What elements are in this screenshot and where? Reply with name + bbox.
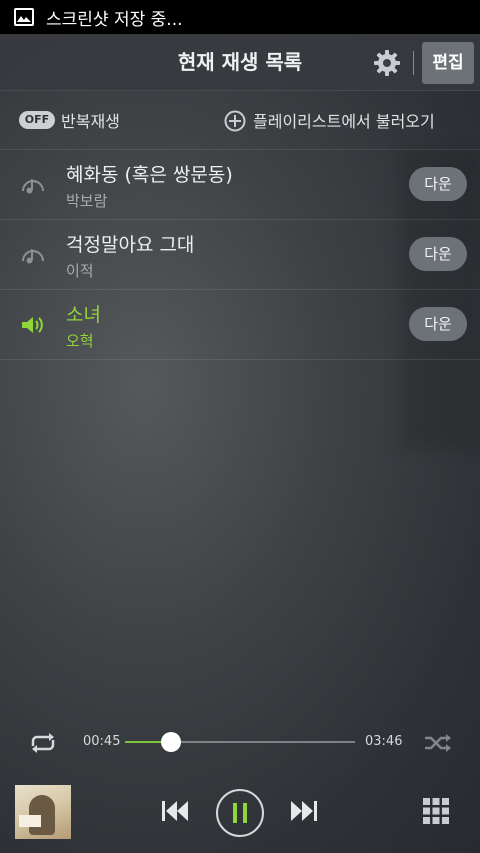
album-label <box>19 815 41 827</box>
track-artist: 오혁 <box>66 332 94 350</box>
skip-back-icon[interactable] <box>160 798 192 824</box>
grid-icon[interactable] <box>423 798 449 824</box>
track-artist: 박보람 <box>66 192 108 210</box>
gear-icon[interactable] <box>374 50 400 76</box>
track-row-playing[interactable]: 소녀 오혁 다운 <box>0 289 480 360</box>
music-note-icon <box>22 249 44 264</box>
edit-button[interactable]: 편집 <box>422 42 474 84</box>
current-time: 00:45 <box>83 734 121 749</box>
header-divider <box>413 51 414 75</box>
player-screen: 스크린샷 저장 중... 현재 재생 목록 편집 OFF 반복재생 플레이리스트… <box>0 0 480 853</box>
repeat-label[interactable]: 반복재생 <box>61 108 120 132</box>
plus-circle-icon[interactable] <box>224 110 246 132</box>
album-art[interactable] <box>15 785 71 839</box>
repeat-toggle[interactable]: OFF <box>19 111 55 129</box>
speaker-icon <box>22 317 43 333</box>
repeat-icon[interactable] <box>27 732 59 754</box>
track-title: 걱정말아요 그대 <box>66 234 195 256</box>
image-icon <box>14 8 34 26</box>
track-row[interactable]: 혜화동 (혹은 쌍문동) 박보람 다운 <box>0 149 480 220</box>
pause-button[interactable] <box>216 789 264 837</box>
page-title: 현재 재생 목록 <box>177 50 303 74</box>
list-divider <box>0 359 480 360</box>
seek-thumb[interactable] <box>161 732 181 752</box>
track-row[interactable]: 걱정말아요 그대 이적 다운 <box>0 219 480 290</box>
download-button[interactable]: 다운 <box>409 167 467 201</box>
background-art <box>0 380 13 481</box>
track-title: 혜화동 (혹은 쌍문동) <box>66 164 233 186</box>
pause-icon <box>233 803 247 823</box>
status-text: 스크린샷 저장 중... <box>46 9 183 30</box>
skip-forward-icon[interactable] <box>287 798 319 824</box>
track-artist: 이적 <box>66 262 94 280</box>
load-playlist-link[interactable]: 플레이리스트에서 불러오기 <box>253 108 435 132</box>
download-button[interactable]: 다운 <box>409 307 467 341</box>
music-note-icon <box>22 179 44 194</box>
download-button[interactable]: 다운 <box>409 237 467 271</box>
shuffle-icon[interactable] <box>424 732 452 754</box>
track-title: 소녀 <box>66 304 101 326</box>
header: 현재 재생 목록 편집 <box>0 34 480 91</box>
seek-slider[interactable] <box>125 732 355 752</box>
total-time: 03:46 <box>365 734 403 749</box>
status-bar: 스크린샷 저장 중... <box>0 0 480 34</box>
